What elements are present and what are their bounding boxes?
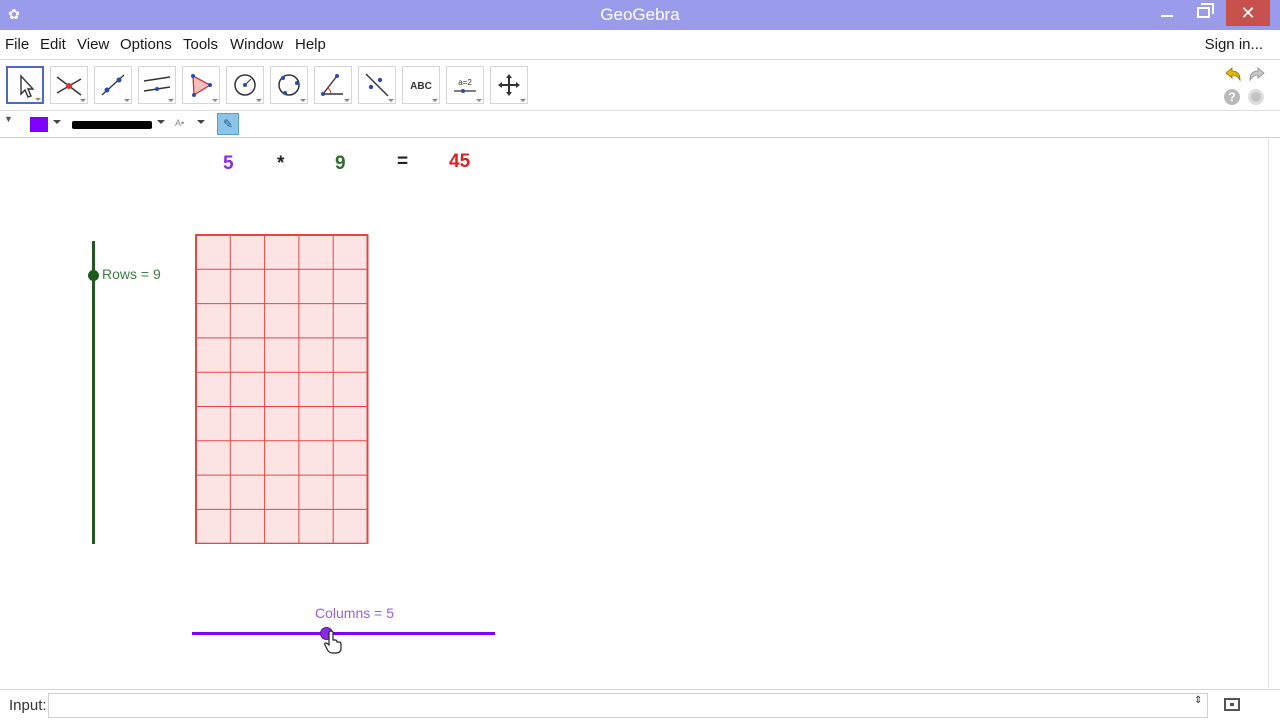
move-graphics-view-tool-button[interactable] <box>490 66 528 104</box>
move-tool-icon <box>20 74 35 98</box>
move-tool-button[interactable] <box>6 66 44 104</box>
restore-button[interactable] <box>1186 0 1220 26</box>
minimize-button[interactable] <box>1150 0 1184 26</box>
input-bar: Input: ⇕ <box>0 689 1280 720</box>
minimize-icon <box>1161 15 1173 17</box>
label-style-button[interactable]: A• <box>175 118 184 128</box>
grid-border[interactable] <box>195 234 369 544</box>
menu-options[interactable]: Options <box>120 36 172 53</box>
pen-icon[interactable]: ✎ <box>217 113 239 135</box>
title-bar: ✿ GeoGebra ✕ <box>0 0 1280 30</box>
line-style-dropdown-arrow-icon[interactable] <box>157 120 165 124</box>
style-bar: ▼ A• ✎ <box>0 110 1280 138</box>
menu-window[interactable]: Window <box>230 36 283 53</box>
label-style-dropdown-arrow-icon[interactable] <box>197 120 205 124</box>
slider-tool-button[interactable]: a=2 <box>446 66 484 104</box>
angle-tool-button[interactable] <box>314 66 352 104</box>
menu-view[interactable]: View <box>77 36 109 53</box>
svg-text:a=2: a=2 <box>458 78 472 87</box>
window-title: GeoGebra <box>600 5 680 24</box>
intersect-tool-icon <box>56 76 82 96</box>
circle-three-points-tool-button[interactable] <box>270 66 308 104</box>
angle-tool-icon <box>321 74 343 96</box>
svg-text:ABC: ABC <box>410 81 432 92</box>
polygon-tool-icon <box>191 74 212 97</box>
toggle-style-bar-icon[interactable]: ▼ <box>4 114 13 124</box>
rows-slider-handle[interactable] <box>88 270 99 281</box>
rows-slider-track[interactable] <box>92 241 95 544</box>
columns-slider-label: Columns = 5 <box>315 605 394 621</box>
move-graphics-view-tool-icon <box>498 74 520 96</box>
equals-sign: = <box>397 151 409 172</box>
line-tool-icon <box>101 74 125 96</box>
columns-value: 5 <box>223 153 234 174</box>
line-tool-button[interactable] <box>94 66 132 104</box>
menu-tools[interactable]: Tools <box>183 36 218 53</box>
restore-icon <box>1196 3 1214 18</box>
menu-file[interactable]: File <box>5 36 29 53</box>
input-history-arrows-icon[interactable]: ⇕ <box>1194 696 1202 706</box>
menu-edit[interactable]: Edit <box>40 36 66 53</box>
rows-value: 9 <box>335 153 346 174</box>
gear-icon[interactable] <box>1248 89 1264 105</box>
slider-tool-icon: a=2 <box>454 78 476 93</box>
times-sign: * <box>277 153 285 174</box>
help-icon[interactable]: ? <box>1224 89 1240 105</box>
undo-icon[interactable] <box>1224 67 1242 83</box>
text-tool-button[interactable]: ABC <box>402 66 440 104</box>
multiplication-grid[interactable] <box>195 234 370 544</box>
menu-bar: File Edit View Options Tools Window Help… <box>0 30 1280 60</box>
hand-cursor-icon <box>324 630 342 654</box>
view-splitter[interactable] <box>1268 139 1280 687</box>
menu-help[interactable]: Help <box>295 36 326 53</box>
input-field[interactable] <box>48 693 1208 718</box>
color-picker-button[interactable] <box>30 117 48 132</box>
parallel-line-tool-button[interactable] <box>138 66 176 104</box>
color-dropdown-arrow-icon[interactable] <box>53 120 61 124</box>
parallel-line-tool-icon <box>143 76 171 92</box>
keyboard-icon[interactable] <box>1224 698 1240 711</box>
columns-slider-track[interactable] <box>192 632 495 635</box>
input-label: Input: <box>9 697 47 714</box>
redo-icon[interactable] <box>1248 67 1266 83</box>
product-value: 45 <box>449 151 471 172</box>
toolbar: ABC a=2 ? <box>0 61 1280 110</box>
circle-tool-button[interactable] <box>226 66 264 104</box>
line-style-button[interactable] <box>72 121 152 129</box>
close-icon: ✕ <box>1240 3 1256 23</box>
polygon-tool-button[interactable] <box>182 66 220 104</box>
sign-in-link[interactable]: Sign in... <box>1205 36 1263 53</box>
reflect-tool-button[interactable] <box>358 66 396 104</box>
close-button[interactable]: ✕ <box>1226 0 1270 26</box>
graphics-view[interactable]: 5 * 9 = 45 Rows = 9 Columns = 5 <box>0 139 1269 687</box>
circle-tool-icon <box>234 74 256 96</box>
ellipse-tool-icon <box>278 74 300 96</box>
text-tool-icon: ABC <box>410 81 432 92</box>
rows-slider-label: Rows = 9 <box>102 266 161 282</box>
reflect-tool-icon <box>365 73 389 97</box>
intersect-tool-button[interactable] <box>50 66 88 104</box>
